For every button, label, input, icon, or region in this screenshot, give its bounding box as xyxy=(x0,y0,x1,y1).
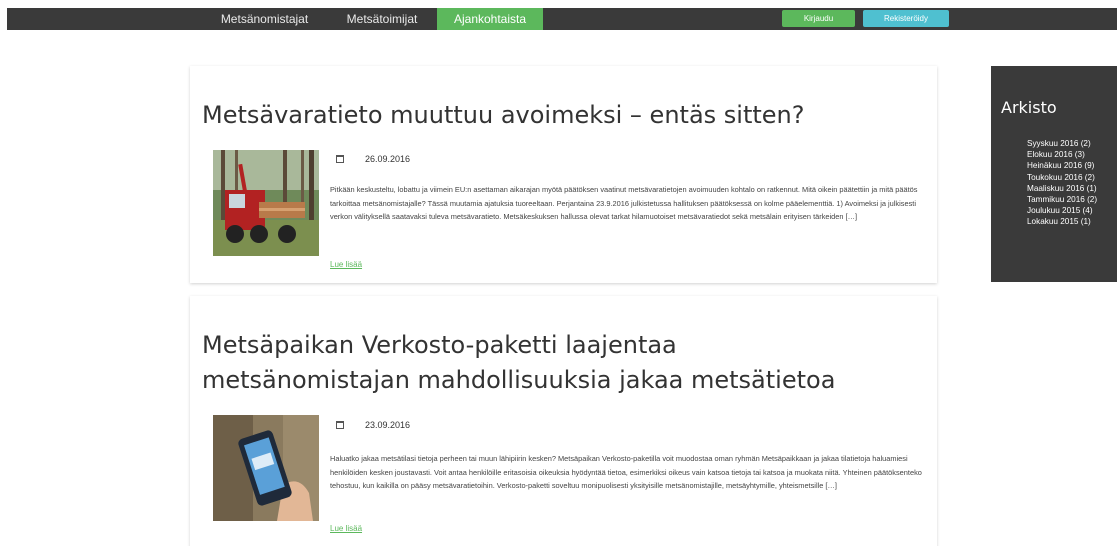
archive-sidebar: Arkisto Syyskuu 2016 (2) Elokuu 2016 (3)… xyxy=(991,66,1117,282)
archive-item[interactable]: Joulukuu 2015 (4) xyxy=(1027,205,1097,216)
archive-item[interactable]: Heinäkuu 2016 (9) xyxy=(1027,160,1097,171)
archive-item[interactable]: Lokakuu 2015 (1) xyxy=(1027,216,1097,227)
post-thumbnail-forest-machine[interactable] xyxy=(213,150,319,256)
archive-title: Arkisto xyxy=(1001,98,1057,117)
read-more-link[interactable]: Lue lisää xyxy=(330,524,362,533)
post-date: 23.09.2016 xyxy=(336,418,456,432)
calendar-icon xyxy=(336,155,344,163)
archive-item[interactable]: Toukokuu 2016 (2) xyxy=(1027,172,1097,183)
post-date: 26.09.2016 xyxy=(336,152,456,166)
archive-item[interactable]: Syyskuu 2016 (2) xyxy=(1027,138,1097,149)
top-navigation-bar: Metsänomistajat Metsätoimijat Ajankohtai… xyxy=(7,8,1117,30)
post-card: Metsäpaikan Verkosto-paketti laajentaa m… xyxy=(190,296,937,546)
login-button[interactable]: Kirjaudu xyxy=(782,10,855,27)
archive-item[interactable]: Tammikuu 2016 (2) xyxy=(1027,194,1097,205)
register-button[interactable]: Rekisteröidy xyxy=(863,10,949,27)
post-title[interactable]: Metsävaratieto muuttuu avoimeksi – entäs… xyxy=(202,99,922,131)
nav-item-ajankohtaista[interactable]: Ajankohtaista xyxy=(437,8,543,30)
archive-item[interactable]: Maaliskuu 2016 (1) xyxy=(1027,183,1097,194)
post-title[interactable]: Metsäpaikan Verkosto-paketti laajentaa m… xyxy=(202,328,842,398)
forest-machine-image xyxy=(213,150,319,256)
calendar-icon xyxy=(336,421,344,429)
read-more-link[interactable]: Lue lisää xyxy=(330,260,362,269)
nav-item-metsatoimijat[interactable]: Metsätoimijat xyxy=(332,8,432,30)
nav-item-metsanomistajat[interactable]: Metsänomistajat xyxy=(207,8,322,30)
phone-in-forest-image xyxy=(213,415,319,521)
archive-item[interactable]: Elokuu 2016 (3) xyxy=(1027,149,1097,160)
post-card: Metsävaratieto muuttuu avoimeksi – entäs… xyxy=(190,66,937,283)
archive-list: Syyskuu 2016 (2) Elokuu 2016 (3) Heinäku… xyxy=(1027,138,1097,228)
post-excerpt: Pitkään keskusteltu, lobattu ja viimein … xyxy=(330,185,918,221)
post-excerpt: Haluatko jakaa metsätilasi tietoja perhe… xyxy=(330,454,922,490)
post-thumbnail-phone-in-forest[interactable] xyxy=(213,415,319,521)
